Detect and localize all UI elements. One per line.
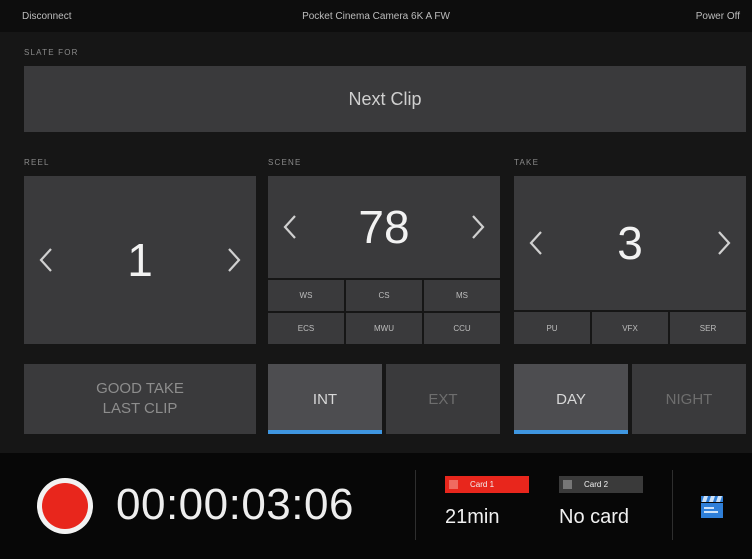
reel-label: REEL [24,158,50,167]
scene-increment-button[interactable] [456,197,500,257]
clapperboard-icon[interactable] [700,494,724,520]
slate-for-label: SLATE FOR [24,48,79,57]
scene-chip-cs[interactable]: CS [346,280,422,311]
camera-name: Pocket Cinema Camera 6K A FW [302,10,450,22]
take-counter: 3 [514,176,746,310]
record-icon [42,483,88,529]
card1-tag: Card 1 [445,476,529,493]
take-increment-button[interactable] [702,213,746,273]
divider [415,470,416,540]
record-button[interactable] [37,478,93,534]
scene-chip-ms[interactable]: MS [424,280,500,311]
scene-chip-ecs[interactable]: ECS [268,313,344,344]
recording-bar [0,453,752,559]
ext-label: EXT [428,390,458,408]
ext-button[interactable]: EXT [386,364,500,434]
scene-counter: 78 [268,176,500,278]
chevron-left-icon [39,248,52,272]
card2-label: Card 2 [584,480,609,489]
scene-label: SCENE [268,158,302,167]
reel-increment-button[interactable] [212,230,256,290]
int-button[interactable]: INT [268,364,382,434]
card-icon [563,480,572,489]
card1-label: Card 1 [470,480,495,489]
take-chip-ser[interactable]: SER [670,312,746,344]
take-label: TAKE [514,158,540,167]
chevron-right-icon [718,231,731,255]
good-take-button[interactable]: GOOD TAKE LAST CLIP [24,364,256,434]
night-button[interactable]: NIGHT [632,364,746,434]
take-flags: PU VFX SER [514,312,746,344]
take-chip-pu[interactable]: PU [514,312,590,344]
slate-for-field[interactable]: Next Clip [24,66,746,132]
top-bar: Disconnect Pocket Cinema Camera 6K A FW … [0,0,752,32]
reel-decrement-button[interactable] [24,230,68,290]
chevron-left-icon [529,231,542,255]
take-value: 3 [617,217,643,269]
scene-shot-types: WS CS MS ECS MWU CCU [268,280,500,344]
day-label: DAY [556,390,586,408]
take-chip-vfx[interactable]: VFX [592,312,668,344]
int-selected-indicator [268,430,382,434]
card1-remaining: 21min [445,506,500,528]
good-take-line2: LAST CLIP [102,400,178,417]
card-icon [449,480,458,489]
day-selected-indicator [514,430,628,434]
scene-chip-ws[interactable]: WS [268,280,344,311]
chevron-right-icon [228,248,241,272]
power-off-button[interactable]: Power Off [696,11,740,22]
reel-value: 1 [127,234,153,286]
reel-counter: 1 [24,176,256,344]
slate-screen: Disconnect Pocket Cinema Camera 6K A FW … [0,0,752,559]
take-decrement-button[interactable] [514,213,558,273]
int-label: INT [312,390,338,408]
card2-tag: Card 2 [559,476,643,493]
night-label: NIGHT [665,390,713,408]
good-take-line1: GOOD TAKE [96,380,184,397]
slate-for-value: Next Clip [348,88,422,109]
disconnect-button[interactable]: Disconnect [22,11,71,22]
day-button[interactable]: DAY [514,364,628,434]
chevron-left-icon [283,215,296,239]
scene-decrement-button[interactable] [268,197,312,257]
timecode: 00:00:03:06 [116,480,354,529]
divider [672,470,673,540]
chevron-right-icon [472,215,485,239]
card2-status: No card [559,506,630,528]
scene-chip-mwu[interactable]: MWU [346,313,422,344]
scene-chip-ccu[interactable]: CCU [424,313,500,344]
scene-value: 78 [358,201,410,253]
